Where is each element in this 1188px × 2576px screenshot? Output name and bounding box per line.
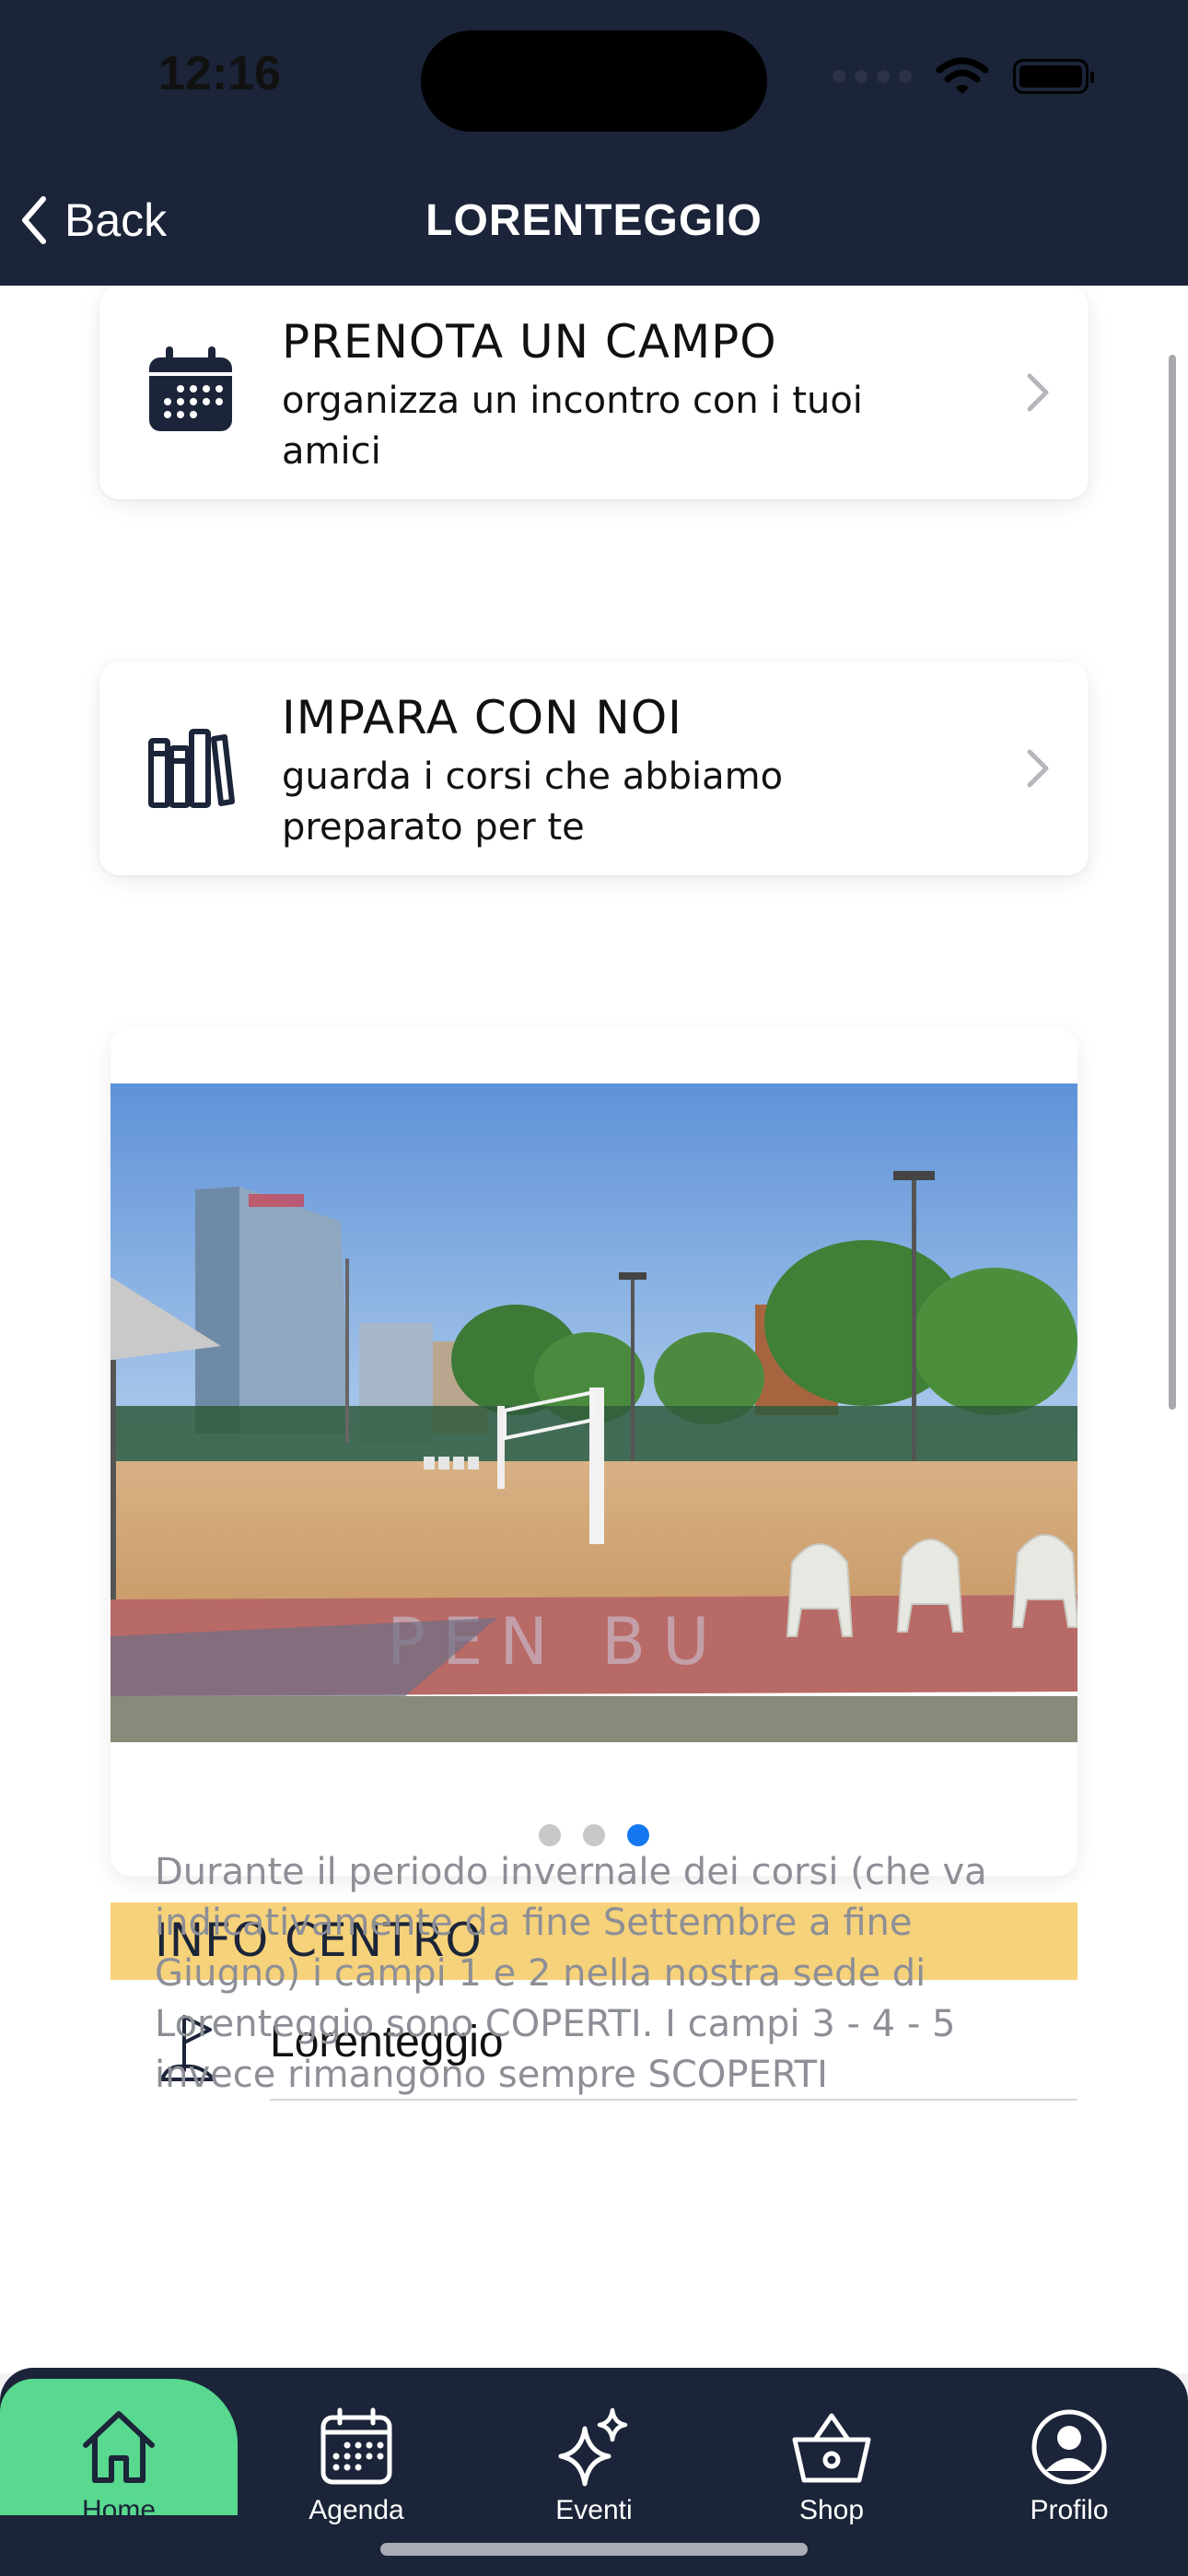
pager-dot[interactable]: [583, 1824, 605, 1846]
calendar-icon: [149, 346, 232, 431]
main-content: PRENOTA UN CAMPO organizza un incontro c…: [0, 286, 1188, 2373]
basket-icon: [792, 2413, 871, 2483]
card-subtitle: organizza un incontro con i tuoi amici: [282, 380, 863, 473]
tab-label: Eventi: [555, 2495, 633, 2525]
card-title: PRENOTA UN CAMPO: [282, 315, 777, 369]
tab-label: Home: [81, 2495, 157, 2525]
beach-volley-court-photo: PEN BU: [111, 1083, 1077, 1742]
chevron-right-icon: [1027, 373, 1049, 412]
dynamic-island: [421, 30, 767, 132]
center-description: Durante il periodo invernale dei corsi (…: [155, 1851, 987, 2096]
battery-icon: [1013, 59, 1094, 94]
tab-shop[interactable]: Shop: [713, 2386, 950, 2534]
books-icon: [148, 729, 235, 808]
wifi-icon: [936, 57, 989, 94]
signal-icon: [833, 70, 912, 83]
tab-label: Shop: [798, 2495, 865, 2525]
card-subtitle: guarda i corsi che abbiamo preparato per…: [282, 755, 784, 849]
tab-eventi[interactable]: Eventi: [475, 2386, 713, 2534]
book-court-card[interactable]: PRENOTA UN CAMPO organizza un incontro c…: [99, 286, 1089, 499]
pager-dot[interactable]: [539, 1824, 561, 1846]
top-header: 12:16 Back LORENTEGGIO: [0, 0, 1188, 286]
tab-home[interactable]: Home: [0, 2386, 238, 2534]
chevron-right-icon: [1027, 749, 1049, 788]
tab-agenda[interactable]: Agenda: [238, 2386, 475, 2534]
tab-label: Profilo: [1030, 2495, 1109, 2525]
pager-dot-active[interactable]: [627, 1824, 649, 1846]
tab-label: Agenda: [309, 2495, 404, 2525]
sparkles-icon: [558, 2407, 628, 2487]
scrollbar[interactable]: [1169, 355, 1176, 1410]
carousel-pager[interactable]: [111, 1824, 1077, 1846]
page-title: LORENTEGGIO: [425, 196, 763, 245]
learn-with-us-card[interactable]: IMPARA CON NOI guarda i corsi che abbiam…: [99, 662, 1089, 875]
photo-carousel[interactable]: PEN BU: [111, 1028, 1077, 1876]
home-icon: [83, 2411, 155, 2483]
profile-icon: [1031, 2409, 1107, 2485]
card-title: IMPARA CON NOI: [282, 691, 682, 744]
tab-profilo[interactable]: Profilo: [950, 2386, 1188, 2534]
home-indicator[interactable]: [380, 2543, 808, 2556]
status-icons: [833, 57, 1094, 96]
status-time: 12:16: [158, 47, 281, 100]
calendar-icon: [320, 2407, 392, 2485]
